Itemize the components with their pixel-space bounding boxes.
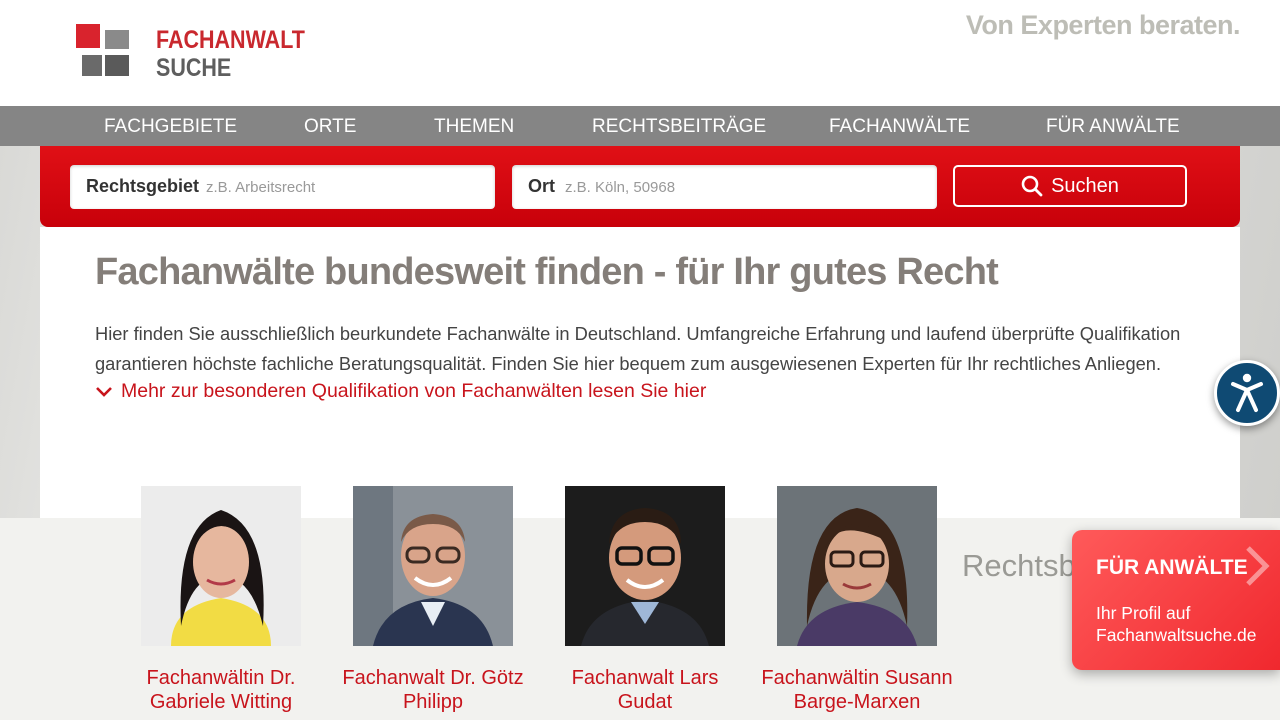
- lawyer-name[interactable]: Fachanwältin Susann Barge-Marxen: [757, 666, 957, 714]
- site-header: FACHANWALT SUCHE Von Experten beraten.: [0, 0, 1280, 106]
- intro-text: Hier finden Sie ausschließlich beurkunde…: [95, 323, 1181, 374]
- lawyer-photo[interactable]: [565, 486, 725, 646]
- intro-card: Fachanwälte bundesweit finden - für Ihr …: [40, 227, 1240, 518]
- logo-mark: [76, 24, 132, 80]
- accessibility-button[interactable]: [1214, 360, 1280, 426]
- chevron-right-icon: [1246, 546, 1270, 586]
- lawyer-card[interactable]: Fachanwältin Susann Barge-Marxen: [757, 486, 957, 714]
- search-button-label: Suchen: [1051, 174, 1119, 197]
- nav-item-orte[interactable]: ORTE: [304, 116, 356, 138]
- area-field-label: Rechtsgebiet: [86, 176, 200, 196]
- nav-item-fachgebiete[interactable]: FACHGEBIETE: [104, 116, 237, 138]
- nav-item-rechtsbeitraege[interactable]: RECHTSBEITRÄGE: [592, 116, 766, 138]
- lawyer-photo[interactable]: [141, 486, 301, 646]
- lawyer-card[interactable]: Fachanwalt Dr. Götz Philipp: [333, 486, 533, 714]
- lawyer-name[interactable]: Fachanwalt Lars Gudat: [545, 666, 745, 714]
- location-input[interactable]: [565, 173, 915, 201]
- main-navigation: FACHGEBIETE ORTE THEMEN RECHTSBEITRÄGE F…: [0, 106, 1280, 146]
- search-button[interactable]: Suchen: [953, 165, 1187, 207]
- logo-text-line2: SUCHE: [156, 54, 232, 82]
- nav-item-themen[interactable]: THEMEN: [434, 116, 514, 138]
- lawyer-card[interactable]: Fachanwältin Dr. Gabriele Witting: [121, 486, 321, 714]
- site-logo[interactable]: FACHANWALT SUCHE: [76, 24, 316, 82]
- area-field[interactable]: Rechtsgebiet: [70, 165, 495, 209]
- nav-item-fachanwaelte[interactable]: FACHANWÄLTE: [829, 116, 970, 138]
- nav-item-fuer-anwaelte[interactable]: FÜR ANWÄLTE: [1046, 116, 1180, 138]
- lawyer-name[interactable]: Fachanwältin Dr. Gabriele Witting: [121, 666, 321, 714]
- lawyer-card[interactable]: Fachanwalt Lars Gudat: [545, 486, 745, 714]
- accessibility-icon: [1231, 373, 1263, 412]
- search-icon: [1021, 175, 1043, 197]
- chevron-down-icon: [96, 386, 112, 397]
- promo-title: FÜR ANWÄLTE: [1096, 556, 1248, 579]
- lawyer-name[interactable]: Fachanwalt Dr. Götz Philipp: [333, 666, 533, 714]
- lawyer-photo[interactable]: [777, 486, 937, 646]
- promo-subtitle: Ihr Profil auf Fachanwaltsuche.de: [1096, 603, 1257, 645]
- area-input[interactable]: [206, 173, 476, 201]
- more-info-link-label: Mehr zur besonderen Qualifikation von Fa…: [121, 380, 707, 402]
- logo-text-line1: FACHANWALT: [156, 26, 305, 54]
- lawyer-photo[interactable]: [353, 486, 513, 646]
- location-field[interactable]: Ort: [512, 165, 937, 209]
- page-title: Fachanwälte bundesweit finden - für Ihr …: [95, 251, 999, 293]
- search-bar: Rechtsgebiet Ort Suchen: [40, 146, 1240, 227]
- location-field-label: Ort: [528, 176, 555, 196]
- more-info-link[interactable]: Mehr zur besonderen Qualifikation von Fa…: [95, 380, 706, 403]
- header-slogan: Von Experten beraten.: [965, 10, 1241, 40]
- lawyer-promo-box[interactable]: FÜR ANWÄLTE Ihr Profil auf Fachanwaltsuc…: [1072, 530, 1280, 670]
